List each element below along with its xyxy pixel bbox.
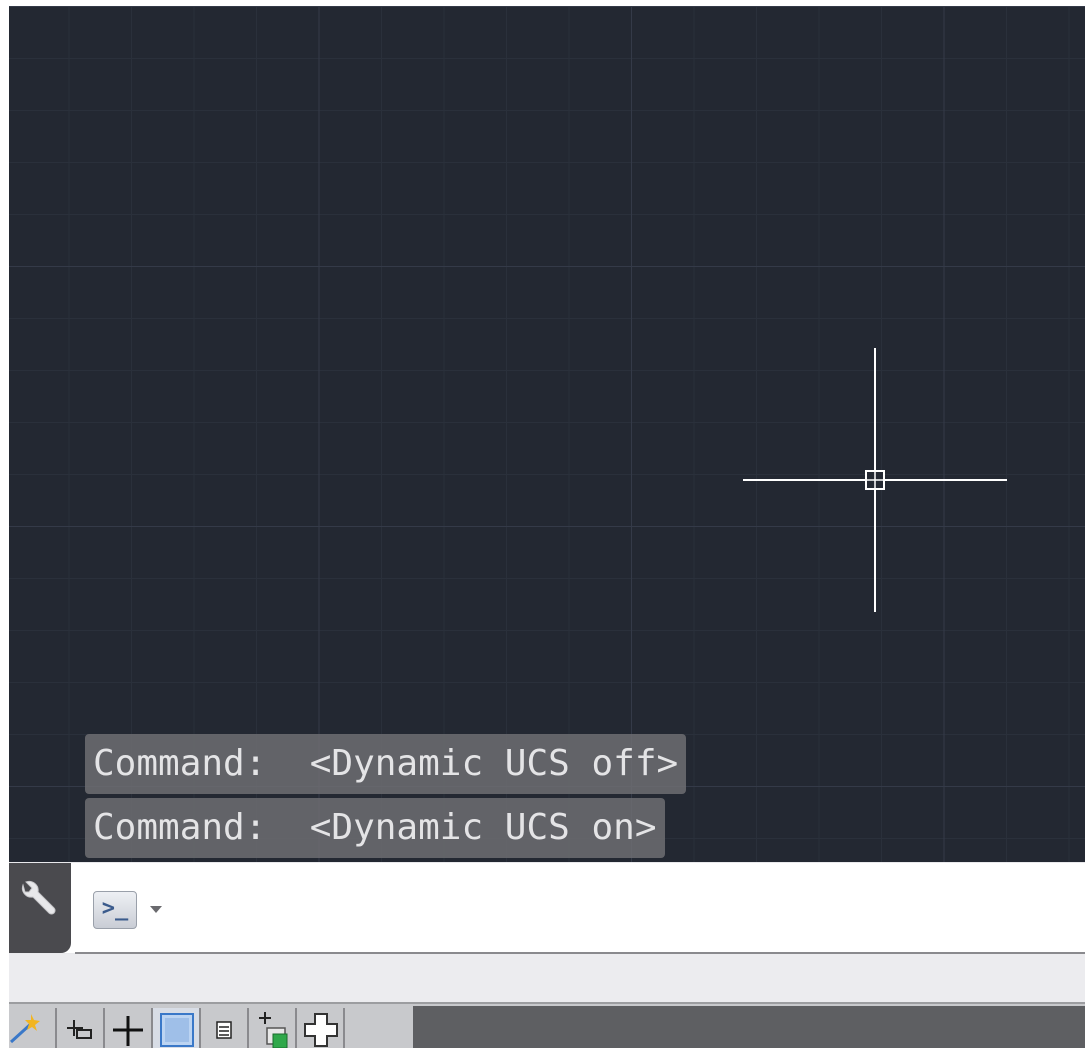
annotation-magic-icon [9,1014,40,1044]
command-history-line: Command: <Dynamic UCS on> [85,798,665,858]
dynamic-ucs-button[interactable] [249,1008,297,1048]
command-history-line: Command: <Dynamic UCS off> [85,734,687,794]
command-input[interactable] [179,881,1073,939]
dynamic-ucs-icon [259,1012,288,1048]
infer-constraints-icon [113,1016,143,1046]
infer-constraints-button[interactable] [105,1008,153,1048]
selection-cycling-button[interactable] [201,1008,249,1048]
status-bar [9,1002,1085,1048]
ortho-mode-button[interactable] [57,1008,105,1048]
autocad-window: Command: <Dynamic UCS off> Command: <Dyn… [9,6,1085,1048]
annotation-magic-button[interactable] [9,1008,57,1048]
snap-crosshair-icon [304,1013,338,1047]
command-prompt-icon[interactable]: >_ [93,891,137,929]
ortho-mode-icon [67,1020,92,1039]
crosshair-cursor-icon [743,348,1007,612]
layout-tabs-strip [9,954,1085,1002]
status-bar-empty-area [413,1006,1085,1048]
transparency-icon [160,1013,194,1047]
command-line: >_ [9,863,1085,953]
command-line-handle[interactable] [9,863,71,953]
wrench-icon[interactable] [13,877,59,923]
drawing-canvas[interactable]: Command: <Dynamic UCS off> Command: <Dyn… [9,6,1085,862]
transparency-button[interactable] [153,1008,201,1048]
dropdown-arrow-icon[interactable] [147,903,165,915]
selection-cycling-icon [216,1021,232,1039]
snap-crosshair-button[interactable] [297,1008,345,1048]
command-history: Command: <Dynamic UCS off> Command: <Dyn… [85,734,687,862]
